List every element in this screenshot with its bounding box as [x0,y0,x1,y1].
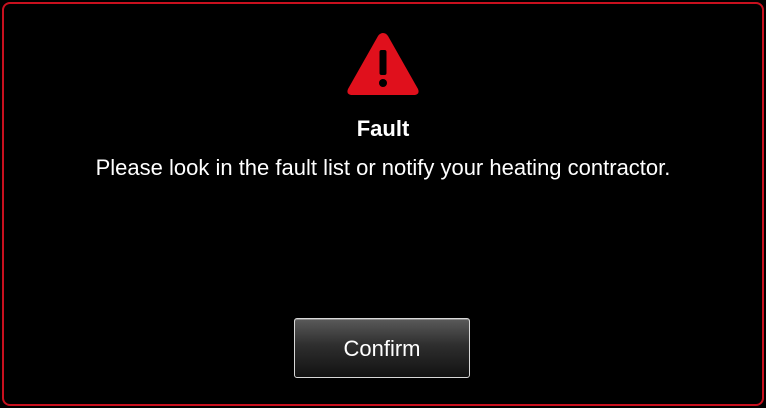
warning-triangle-icon [347,33,419,95]
confirm-button[interactable]: Confirm [294,318,470,378]
screen: Fault Please look in the fault list or n… [0,0,766,408]
dialog-title: Fault [356,116,410,141]
dialog-message: Please look in the fault list or notify … [95,155,671,180]
